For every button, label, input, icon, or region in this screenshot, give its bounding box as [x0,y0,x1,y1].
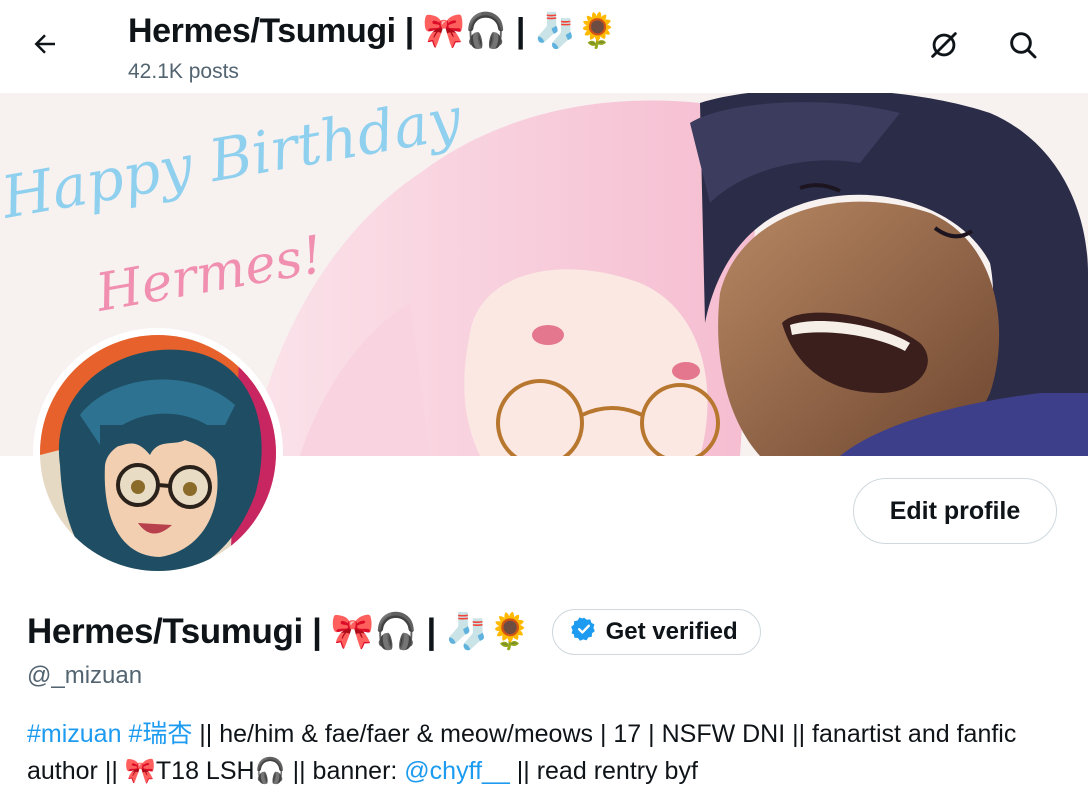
hashtag-link-mizuan-kanji[interactable]: #瑞杏 [128,720,192,748]
name-row: Hermes/Tsumugi | 🎀🎧 | 🧦🌻 Get verified [27,608,761,656]
header-title: Hermes/Tsumugi | 🎀🎧 | 🧦🌻 [128,12,618,50]
display-name: Hermes/Tsumugi | 🎀🎧 | 🧦🌻 [27,612,532,651]
profile-bio: #mizuan #瑞杏 || he/him & fae/faer & meow/… [27,716,1067,790]
search-button[interactable] [998,22,1048,72]
profile-page: Hermes/Tsumugi | 🎀🎧 | 🧦🌻 42.1K posts Hap… [0,0,1088,810]
post-count: 42.1K posts [128,60,239,83]
mention-link-chyff[interactable]: @chyff__ [404,757,510,785]
arrow-left-icon [30,29,60,64]
avatar[interactable] [33,328,283,578]
bio-text-end: || read rentry byf [509,757,698,785]
top-bar: Hermes/Tsumugi | 🎀🎧 | 🧦🌻 42.1K posts [0,0,1088,93]
edit-profile-button[interactable]: Edit profile [853,478,1057,544]
slash-circle-icon [927,28,961,67]
verified-badge-icon [570,616,597,649]
header-text: Hermes/Tsumugi | 🎀🎧 | 🧦🌻 42.1K posts [128,8,618,86]
search-icon [1007,29,1039,66]
grok-button[interactable] [919,22,969,72]
get-verified-button[interactable]: Get verified [551,609,761,655]
get-verified-label: Get verified [605,618,738,645]
hashtag-link-mizuan[interactable]: #mizuan [27,720,122,748]
avatar-image [40,335,276,571]
back-button[interactable] [21,24,69,68]
user-handle: @_mizuan [27,662,143,689]
